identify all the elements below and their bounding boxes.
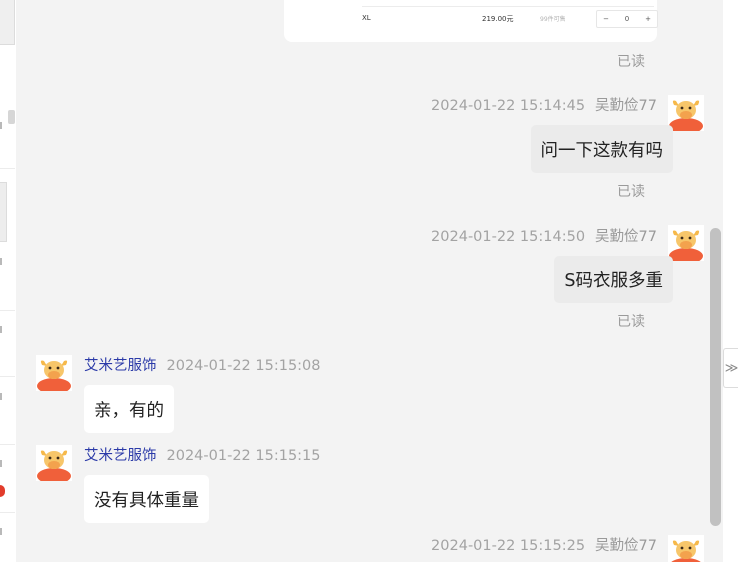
sender-name: 吴勤俭77 <box>595 98 657 114</box>
divider <box>362 6 654 7</box>
divider <box>0 168 15 169</box>
read-status: 已读 <box>617 184 645 200</box>
list-item-edge[interactable] <box>0 528 2 535</box>
chat-message-area[interactable]: XL 219.00元 99件可售 − 0 + 已读 2024-01-22 15:… <box>16 0 723 562</box>
cartoon-bull-avatar-icon[interactable] <box>668 535 704 562</box>
right-panel-edge <box>723 0 738 562</box>
list-item-edge[interactable] <box>0 258 2 265</box>
message-meta: 2024-01-22 15:14:50 吴勤俭77 <box>431 225 657 246</box>
sender-name: 吴勤俭77 <box>595 229 657 245</box>
sender-name: 艾米艺服饰 <box>84 448 157 464</box>
message-meta: 2024-01-22 15:15:25 吴勤俭77 <box>431 534 657 555</box>
quantity-stepper[interactable]: − 0 + <box>596 10 658 28</box>
message-bubble-sent[interactable]: 问一下这款有吗 <box>530 125 673 173</box>
divider <box>0 512 15 513</box>
divider <box>0 376 15 377</box>
cartoon-bull-avatar-icon[interactable] <box>36 445 72 481</box>
message-bubble-sent[interactable]: S码衣服多重 <box>554 256 673 303</box>
conversation-list-edge <box>0 0 17 562</box>
message-bubble-received[interactable]: 亲，有的 <box>84 385 174 433</box>
unread-badge <box>0 485 5 497</box>
list-item-edge[interactable] <box>0 182 7 242</box>
decrement-button[interactable]: − <box>597 15 615 23</box>
list-item-edge[interactable] <box>0 326 2 333</box>
message-bubble-received[interactable]: 没有具体重量 <box>84 475 209 523</box>
message-time: 2024-01-22 15:14:50 <box>431 229 586 245</box>
sender-name: 艾米艺服饰 <box>84 358 157 374</box>
divider <box>0 444 15 445</box>
list-header-edge <box>0 0 15 45</box>
sender-name: 吴勤俭77 <box>595 538 657 554</box>
message-time: 2024-01-22 15:15:15 <box>166 448 321 464</box>
list-item-edge[interactable] <box>0 393 2 400</box>
quantity-value[interactable]: 0 <box>618 15 636 23</box>
message-meta: 2024-01-22 15:14:45 吴勤俭77 <box>431 94 657 115</box>
read-status: 已读 <box>617 314 645 330</box>
product-stock: 99件可售 <box>540 16 566 23</box>
increment-button[interactable]: + <box>639 15 657 23</box>
cartoon-bull-avatar-icon[interactable] <box>668 225 704 261</box>
cartoon-bull-avatar-icon[interactable] <box>668 95 704 131</box>
chat-scrollbar-thumb[interactable] <box>710 228 721 526</box>
cartoon-bull-avatar-icon[interactable] <box>36 355 72 391</box>
message-time: 2024-01-22 15:15:08 <box>166 358 321 374</box>
product-size: XL <box>362 14 371 22</box>
product-card[interactable]: XL 219.00元 99件可售 − 0 + <box>284 0 658 42</box>
list-item-edge[interactable] <box>0 460 2 467</box>
product-price: 219.00元 <box>482 15 514 23</box>
read-status: 已读 <box>617 54 645 70</box>
message-time: 2024-01-22 15:15:25 <box>431 538 586 554</box>
message-time: 2024-01-22 15:14:45 <box>431 98 586 114</box>
message-meta: 艾米艺服饰 2024-01-22 15:15:15 <box>84 444 321 465</box>
list-scrollbar[interactable] <box>8 110 15 124</box>
collapse-glyph: ≫ <box>724 360 738 376</box>
list-item-edge[interactable] <box>0 122 2 129</box>
divider <box>0 310 15 311</box>
message-meta: 艾米艺服饰 2024-01-22 15:15:08 <box>84 354 321 375</box>
double-chevron-right-icon[interactable]: ≫ <box>723 348 738 388</box>
